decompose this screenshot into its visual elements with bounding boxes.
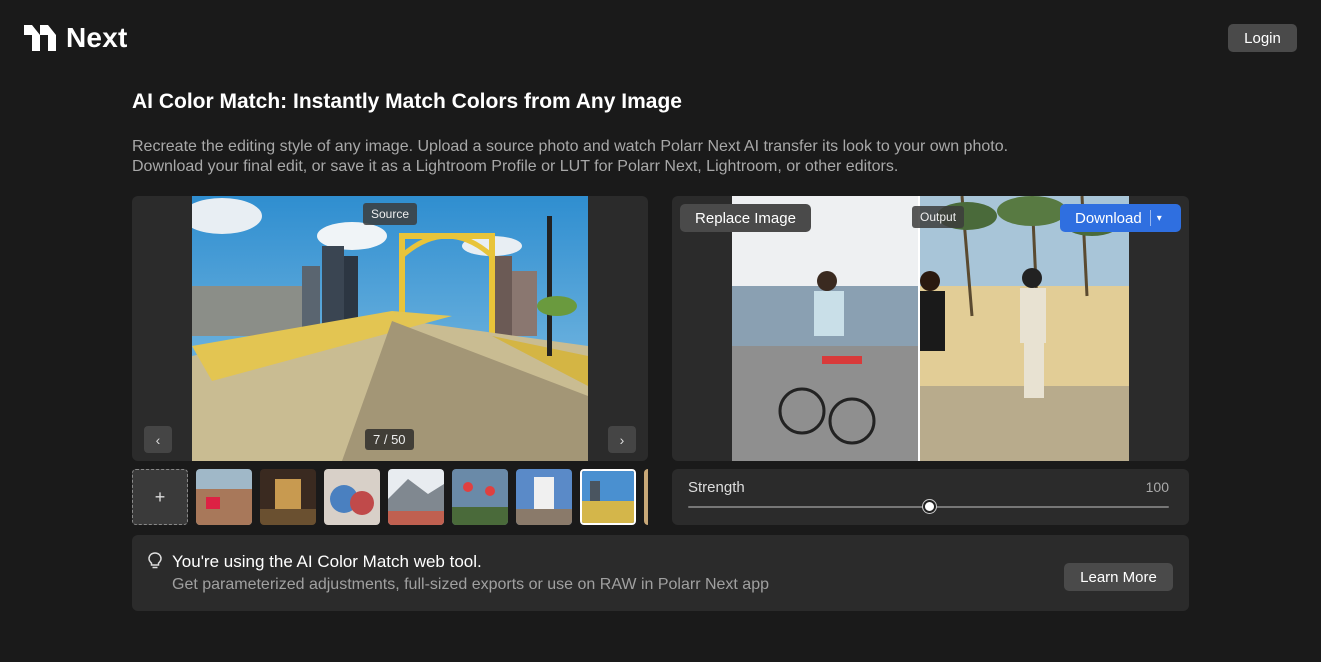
strength-slider-handle[interactable] — [923, 500, 936, 513]
chevron-right-icon: › — [619, 431, 625, 448]
learn-more-button[interactable]: Learn More — [1064, 563, 1173, 591]
plus-icon: + — [154, 486, 166, 507]
info-title: You're using the AI Color Match web tool… — [172, 552, 482, 571]
page-title: AI Color Match: Instantly Match Colors f… — [132, 90, 682, 113]
thumbnail[interactable] — [388, 469, 444, 525]
info-banner: You're using the AI Color Match web tool… — [132, 535, 1189, 611]
source-badge: Source — [363, 203, 418, 225]
thumbnail[interactable] — [196, 469, 252, 525]
strength-value: 100 — [1145, 479, 1169, 495]
info-subtitle: Get parameterized adjustments, full-size… — [172, 576, 769, 593]
lightbulb-icon — [148, 552, 162, 569]
output-image — [732, 196, 1129, 461]
source-image — [192, 196, 588, 461]
thumbnail-strip: + — [132, 469, 648, 525]
thumbnail[interactable] — [452, 469, 508, 525]
strength-label: Strength — [688, 479, 745, 496]
page-description: Recreate the editing style of any image.… — [132, 138, 1009, 175]
thumbnail[interactable] — [644, 469, 648, 525]
download-divider — [1149, 210, 1151, 226]
download-button[interactable]: Download ▾ — [1060, 204, 1181, 232]
polarr-logo-icon — [24, 25, 56, 51]
prev-image-button[interactable]: ‹ — [144, 426, 172, 453]
next-image-button[interactable]: › — [608, 426, 636, 453]
image-counter: 7 / 50 — [365, 429, 414, 450]
chevron-left-icon: ‹ — [155, 431, 161, 448]
download-label: Download — [1075, 209, 1142, 227]
thumbnail-selected[interactable] — [580, 469, 636, 525]
output-badge: Output — [912, 206, 965, 228]
thumbnail[interactable] — [516, 469, 572, 525]
thumbnail[interactable] — [260, 469, 316, 525]
thumbnail[interactable] — [324, 469, 380, 525]
login-button[interactable]: Login — [1228, 24, 1297, 52]
replace-image-button[interactable]: Replace Image — [680, 204, 811, 232]
strength-panel: Strength 100 — [672, 469, 1189, 525]
source-panel: Source 7 / 50 ‹ › — [132, 196, 648, 461]
add-source-button[interactable]: + — [132, 469, 188, 525]
brand-logo[interactable]: Next — [24, 22, 128, 54]
output-panel: Output Replace Image Download ▾ — [672, 196, 1189, 461]
brand-name: Next — [66, 22, 128, 53]
chevron-down-icon[interactable]: ▾ — [1157, 213, 1162, 224]
